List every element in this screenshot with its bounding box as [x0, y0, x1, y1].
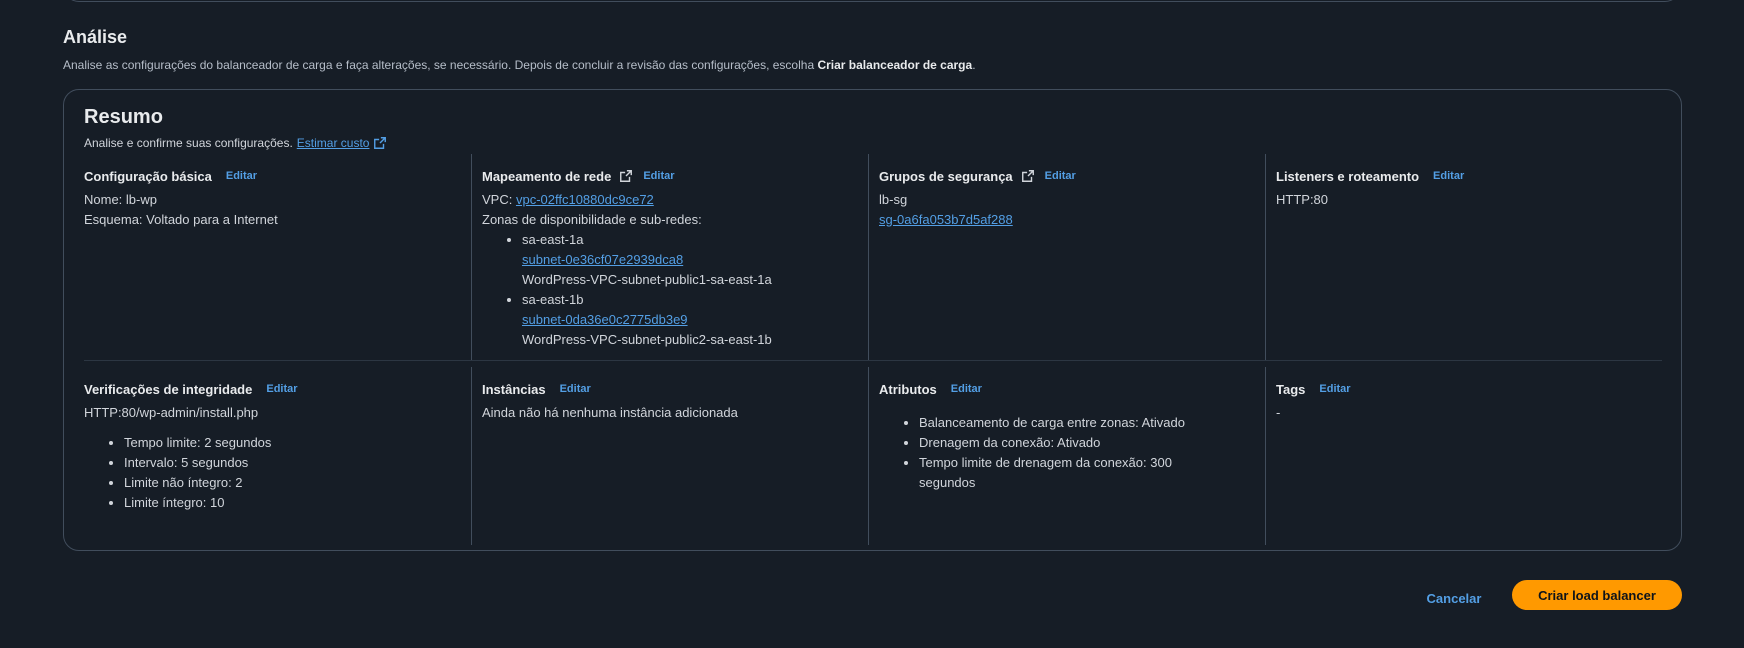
zone-item: sa-east-1a	[522, 230, 868, 250]
estimate-cost-link[interactable]: Estimar custo	[297, 136, 370, 150]
edit-basic-config-link[interactable]: Editar	[226, 170, 257, 182]
external-link-icon[interactable]	[1021, 169, 1035, 183]
list-item: Drenagem da conexão: Ativado	[919, 433, 1225, 453]
tags-column: Tags Editar -	[1265, 367, 1662, 545]
list-item: Intervalo: 5 segundos	[124, 453, 471, 473]
external-link-icon[interactable]	[373, 136, 387, 150]
previous-panel-border	[63, 0, 1681, 2]
vpc-label: VPC:	[482, 192, 513, 207]
zones-list: sa-east-1a subnet-0e36cf07e2939dca8 Word…	[482, 230, 868, 350]
lb-name: Nome: lb-wp	[84, 192, 157, 207]
summary-row: Verificações de integridade Editar HTTP:…	[84, 367, 1662, 545]
list-item: Tempo limite de drenagem da conexão: 300…	[919, 453, 1225, 493]
lb-scheme: Esquema: Voltado para a Internet	[84, 212, 278, 227]
edit-instances-link[interactable]: Editar	[560, 383, 591, 395]
listeners-column: Listeners e roteamento Editar HTTP:80	[1265, 154, 1662, 360]
row-divider	[84, 360, 1662, 361]
vpc-link[interactable]: vpc-02ffc10880dc9ce72	[516, 192, 654, 207]
section-description: Analise as configurações do balanceador …	[63, 58, 976, 72]
security-group-link[interactable]: sg-0a6fa053b7d5af288	[879, 212, 1013, 227]
create-load-balancer-button[interactable]: Criar load balancer	[1512, 580, 1682, 610]
subnet-link[interactable]: subnet-0e36cf07e2939dca8	[522, 252, 683, 267]
network-mapping-heading: Mapeamento de rede	[482, 168, 612, 184]
network-mapping-column: Mapeamento de rede Editar VPC: vpc-02ffc…	[471, 154, 868, 360]
tags-value: -	[1276, 405, 1281, 420]
security-groups-column: Grupos de segurança Editar lb-sg sg-0a6f…	[868, 154, 1265, 360]
health-check-path: HTTP:80/wp-admin/install.php	[84, 405, 259, 420]
listener-value: HTTP:80	[1276, 192, 1329, 207]
instances-value: Ainda não há nenhuma instância adicionad…	[482, 405, 738, 420]
edit-tags-link[interactable]: Editar	[1319, 383, 1350, 395]
edit-health-checks-link[interactable]: Editar	[266, 383, 297, 395]
list-item: Balanceamento de carga entre zonas: Ativ…	[919, 413, 1225, 433]
summary-row: Configuração básica Editar Nome: lb-wp E…	[84, 154, 1662, 360]
summary-panel: Resumo Analise e confirme suas configura…	[63, 89, 1682, 551]
health-check-list: Tempo limite: 2 segundos Intervalo: 5 se…	[84, 433, 471, 513]
external-link-icon[interactable]	[619, 169, 633, 183]
subnet-link[interactable]: subnet-0da36e0c2775db3e9	[522, 312, 688, 327]
edit-security-groups-link[interactable]: Editar	[1045, 170, 1076, 182]
basic-config-column: Configuração básica Editar Nome: lb-wp E…	[84, 154, 471, 360]
instances-heading: Instâncias	[482, 381, 546, 397]
summary-title: Resumo	[84, 106, 163, 128]
basic-config-heading: Configuração básica	[84, 168, 212, 184]
section-title: Análise	[63, 27, 128, 47]
attributes-column: Atributos Editar Balanceamento de carga …	[868, 367, 1265, 545]
edit-network-mapping-link[interactable]: Editar	[643, 170, 674, 182]
list-item: Limite não íntegro: 2	[124, 473, 471, 493]
security-groups-heading: Grupos de segurança	[879, 168, 1013, 184]
list-item: Tempo limite: 2 segundos	[124, 433, 471, 453]
subnet-name: WordPress-VPC-subnet-public1-sa-east-1a	[522, 272, 772, 287]
zone-item: sa-east-1b	[522, 290, 868, 310]
list-item: Limite íntegro: 10	[124, 493, 471, 513]
subnet-name: WordPress-VPC-subnet-public2-sa-east-1b	[522, 332, 772, 347]
zones-label: Zonas de disponibilidade e sub-redes:	[482, 212, 702, 227]
attributes-heading: Atributos	[879, 381, 937, 397]
tags-heading: Tags	[1276, 381, 1306, 397]
edit-listeners-link[interactable]: Editar	[1433, 170, 1464, 182]
summary-grid: Configuração básica Editar Nome: lb-wp E…	[84, 154, 1662, 545]
cancel-button[interactable]: Cancelar	[1412, 583, 1496, 613]
instances-column: Instâncias Editar Ainda não há nenhuma i…	[471, 367, 868, 545]
edit-attributes-link[interactable]: Editar	[951, 383, 982, 395]
health-checks-column: Verificações de integridade Editar HTTP:…	[84, 367, 471, 545]
summary-subtitle: Analise e confirme suas configurações. E…	[84, 136, 387, 150]
health-checks-heading: Verificações de integridade	[84, 381, 253, 397]
security-group-name: lb-sg	[879, 192, 908, 207]
attributes-list: Balanceamento de carga entre zonas: Ativ…	[879, 413, 1265, 493]
zone-name: sa-east-1a	[522, 232, 584, 247]
listeners-heading: Listeners e roteamento	[1276, 168, 1420, 184]
zone-name: sa-east-1b	[522, 292, 584, 307]
